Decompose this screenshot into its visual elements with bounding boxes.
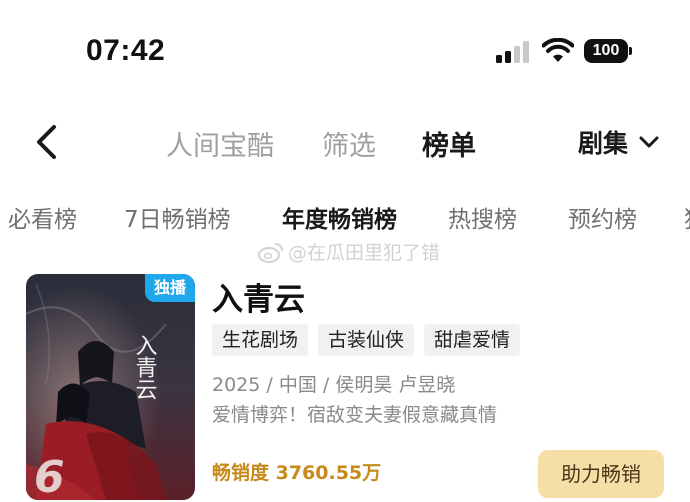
sales-score: 畅销度 3760.55万 — [212, 462, 382, 484]
battery-icon: 100 — [584, 39, 632, 63]
ranking-sub-tabs: 必看榜 7日畅销榜 年度畅销榜 热搜榜 预约榜 独 — [0, 196, 690, 236]
drama-description: 爱情博弈！宿敌变夫妻假意藏真情 — [212, 404, 498, 426]
tag-item[interactable]: 甜虐爱情 — [424, 324, 521, 356]
tab-filter[interactable]: 筛选 — [322, 124, 376, 163]
poster-rank-number: 6 — [34, 452, 65, 500]
poster-artwork: 入青云 6 — [26, 274, 195, 500]
sub-tab-7day-bestseller[interactable]: 7日畅销榜 — [124, 200, 231, 234]
sub-tab-annual-bestseller[interactable]: 年度畅销榜 — [282, 200, 397, 234]
boost-sales-button[interactable]: 助力畅销 — [538, 450, 664, 498]
signal-icon — [496, 41, 529, 63]
drama-meta: 2025 / 中国 / 侯明昊 卢昱晓 — [212, 374, 456, 396]
sub-tab-reservation[interactable]: 预约榜 — [568, 200, 637, 234]
tab-renjian-baoku[interactable]: 人间宝酷 — [166, 124, 274, 163]
category-dropdown[interactable]: 剧集 — [578, 124, 660, 160]
drama-card[interactable]: 入青云 6 独播 入青云 生花剧场 古装仙侠 甜虐爱情 2025 / 中国 / … — [0, 260, 690, 502]
chevron-down-icon — [639, 136, 659, 148]
tab-rankings[interactable]: 榜单 — [422, 124, 476, 163]
sub-tab-exclusive[interactable]: 独 — [684, 200, 690, 234]
chevron-left-icon[interactable] — [32, 124, 60, 160]
poster-image[interactable]: 入青云 6 独播 — [26, 274, 195, 500]
tag-item[interactable]: 古装仙侠 — [318, 324, 415, 356]
tag-item[interactable]: 生花剧场 — [212, 324, 309, 356]
top-nav: 人间宝酷 筛选 榜单 剧集 — [0, 110, 690, 174]
drama-title[interactable]: 入青云 — [212, 274, 305, 319]
category-label: 剧集 — [578, 129, 629, 158]
battery-level: 100 — [584, 39, 628, 63]
status-bar: 07:42 100 — [0, 0, 690, 100]
exclusive-badge: 独播 — [145, 274, 195, 302]
poster-title-text: 入青云 — [132, 334, 158, 400]
sub-tab-hot-search[interactable]: 热搜榜 — [448, 200, 517, 234]
status-time: 07:42 — [86, 34, 166, 67]
wifi-icon — [542, 38, 574, 62]
sub-tab-must-watch[interactable]: 必看榜 — [8, 200, 77, 234]
tag-list: 生花剧场 古装仙侠 甜虐爱情 — [212, 324, 521, 356]
